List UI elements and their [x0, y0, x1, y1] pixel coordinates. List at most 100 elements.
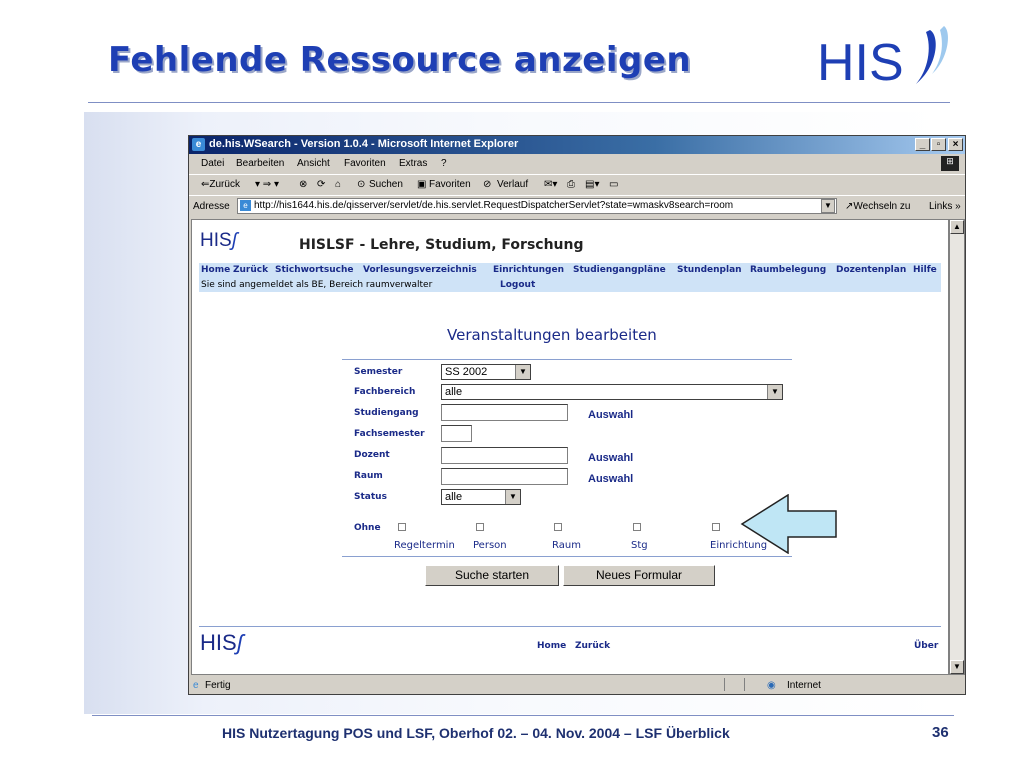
nav-raumbelegung[interactable]: Raumbelegung: [750, 265, 826, 275]
status-text: Fertig: [205, 680, 231, 691]
studiengang-auswahl-link[interactable]: Auswahl: [588, 409, 633, 421]
raum-label: Raum: [354, 471, 383, 481]
browser-toolbar: ⇐Zurück ▾ ⇒ ▾ ⊗ ⟳ ⌂ ⊙ Suchen ▣ Favoriten…: [189, 174, 965, 195]
status-divider: [724, 678, 725, 691]
checkbox-regeltermin[interactable]: [398, 523, 406, 531]
search-submit-button[interactable]: Suche starten: [425, 565, 559, 586]
edit-icon[interactable]: ▤▾: [585, 179, 599, 190]
history-icon: ⊘: [483, 179, 492, 190]
vertical-scrollbar[interactable]: ▲ ▼: [949, 219, 965, 675]
annotation-arrow-icon: [740, 494, 837, 554]
checkbox-label-raum: Raum: [552, 540, 581, 551]
dozent-auswahl-link[interactable]: Auswahl: [588, 452, 633, 464]
close-button[interactable]: ×: [948, 138, 963, 151]
mail-icon[interactable]: ✉▾: [544, 179, 557, 190]
nav-zurueck[interactable]: Zurück: [233, 265, 268, 275]
status-bar: e Fertig ◉ Internet: [189, 677, 965, 694]
minimize-button[interactable]: _: [915, 138, 930, 151]
menu-favoriten[interactable]: Favoriten: [344, 158, 386, 169]
scroll-down-icon[interactable]: ▼: [950, 660, 964, 674]
nav-dozentenplan[interactable]: Dozentenplan: [836, 265, 906, 275]
search-button[interactable]: Suchen: [369, 179, 403, 190]
raum-input[interactable]: [441, 468, 568, 485]
status-value: alle: [445, 491, 463, 503]
status-page-icon: e: [193, 680, 199, 691]
semester-select[interactable]: SS 2002 ▼: [441, 364, 531, 380]
nav-home[interactable]: Home: [201, 265, 230, 275]
slide-footer: HIS Nutzertagung POS und LSF, Oberhof 02…: [222, 725, 730, 741]
status-divider: [744, 678, 745, 691]
history-button[interactable]: Verlauf: [497, 179, 528, 190]
go-button[interactable]: ↗Wechseln zu: [845, 201, 910, 212]
go-label: Wechseln zu: [853, 201, 911, 212]
page-footer-divider: [199, 626, 941, 627]
checkbox-label-regeltermin: Regeltermin: [394, 540, 455, 551]
footer-home-link[interactable]: Home: [537, 641, 566, 651]
nav-einrichtungen[interactable]: Einrichtungen: [493, 265, 564, 275]
checkbox-person[interactable]: [476, 523, 484, 531]
chevron-down-icon: ▼: [767, 385, 782, 399]
menu-bearbeiten[interactable]: Bearbeiten: [236, 158, 284, 169]
fachbereich-select[interactable]: alle ▼: [441, 384, 783, 400]
discuss-icon[interactable]: ▭: [609, 179, 618, 190]
main-nav: Home Zurück Stichwortsuche Vorlesungsver…: [199, 263, 941, 277]
nav-vorlesungsverzeichnis[interactable]: Vorlesungsverzeichnis: [363, 265, 477, 275]
url-text: http://his1644.his.de/qisserver/servlet/…: [254, 200, 734, 211]
links-button[interactable]: Links »: [929, 201, 961, 212]
page-icon: e: [240, 200, 251, 211]
nav-stundenplan[interactable]: Stundenplan: [677, 265, 742, 275]
title-divider: [88, 102, 950, 103]
ohne-label: Ohne: [354, 523, 381, 533]
globe-icon: ◉: [767, 680, 776, 691]
print-icon[interactable]: ⎙: [567, 179, 575, 190]
address-dropdown-button[interactable]: ▼: [821, 199, 835, 213]
maximize-button[interactable]: ▫: [931, 138, 946, 151]
studiengang-input[interactable]: [441, 404, 568, 421]
raum-auswahl-link[interactable]: Auswahl: [588, 473, 633, 485]
footer-back-link[interactable]: Zurück: [575, 641, 610, 651]
fachsemester-input[interactable]: [441, 425, 472, 442]
fachbereich-value: alle: [445, 386, 463, 398]
nav-hilfe[interactable]: Hilfe: [913, 265, 937, 275]
stop-icon[interactable]: ⊗: [299, 179, 307, 190]
checkbox-stg[interactable]: [633, 523, 641, 531]
form-title: Veranstaltungen bearbeiten: [447, 326, 657, 344]
his-logo-text: HIS: [817, 34, 904, 92]
status-select[interactable]: alle ▼: [441, 489, 521, 505]
checkbox-raum[interactable]: [554, 523, 562, 531]
footer-divider: [92, 715, 954, 716]
search-icon: ⊙: [357, 179, 366, 190]
menu-ansicht[interactable]: Ansicht: [297, 158, 330, 169]
chevron-down-icon: ▼: [505, 490, 520, 504]
new-form-button[interactable]: Neues Formular: [563, 565, 715, 586]
checkbox-label-stg: Stg: [631, 540, 648, 551]
browser-titlebar: e de.his.WSearch - Version 1.0.4 - Micro…: [189, 136, 965, 154]
footer-about-link[interactable]: Über: [914, 641, 938, 651]
menu-datei[interactable]: Datei: [201, 158, 224, 169]
nav-stichwortsuche[interactable]: Stichwortsuche: [275, 265, 353, 275]
favorites-button[interactable]: Favoriten: [429, 179, 471, 190]
page-header: HISLSF - Lehre, Studium, Forschung: [299, 237, 584, 253]
login-status: Sie sind angemeldet als BE, Bereich raum…: [201, 280, 433, 290]
status-label: Status: [354, 492, 387, 502]
back-dropdown-icon[interactable]: ▾ ⇒ ▾: [255, 179, 279, 190]
menu-help[interactable]: ?: [441, 158, 447, 169]
scroll-up-icon[interactable]: ▲: [950, 220, 964, 234]
studiengang-label: Studiengang: [354, 408, 419, 418]
form-top-divider: [342, 359, 792, 360]
checkbox-einrichtung[interactable]: [712, 523, 720, 531]
logout-link[interactable]: Logout: [500, 280, 535, 290]
footer-his-logo-text: HIS: [200, 630, 237, 655]
window-title: de.his.WSearch - Version 1.0.4 - Microso…: [209, 138, 519, 150]
semester-label: Semester: [354, 367, 403, 377]
menu-extras[interactable]: Extras: [399, 158, 427, 169]
his-logo: HIS: [817, 26, 948, 92]
back-button[interactable]: ⇐Zurück: [201, 179, 240, 190]
refresh-icon[interactable]: ⟳: [317, 179, 325, 190]
dozent-label: Dozent: [354, 450, 390, 460]
url-input[interactable]: e http://his1644.his.de/qisserver/servle…: [237, 198, 837, 214]
page-his-logo-text: HIS: [200, 230, 232, 251]
dozent-input[interactable]: [441, 447, 568, 464]
nav-studiengangplaene[interactable]: Studiengangpläne: [573, 265, 666, 275]
home-icon[interactable]: ⌂: [335, 179, 341, 190]
